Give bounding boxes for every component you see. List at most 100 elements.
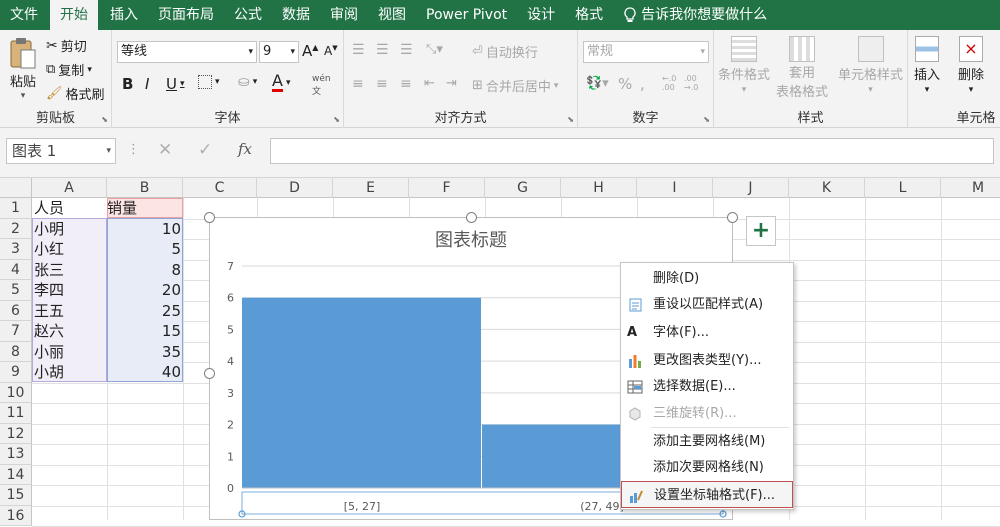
increase-decimal-icon[interactable]: ←.0.00 xyxy=(662,74,676,92)
copy-button[interactable]: ⧉ 复制 ▾ xyxy=(46,60,92,79)
menu-item-format-axis[interactable]: 设置坐标轴格式(F)... xyxy=(621,481,793,508)
increase-font-button[interactable]: A▲ xyxy=(302,42,318,60)
row-header[interactable]: 6 xyxy=(0,300,32,321)
menu-item-font[interactable]: A 字体(F)... xyxy=(621,319,793,346)
row-header[interactable]: 1 xyxy=(0,198,32,219)
dialog-launcher-icon[interactable]: ⬊ xyxy=(703,115,710,124)
underline-button[interactable]: U ▾ xyxy=(166,75,185,93)
value-cell[interactable]: 8 xyxy=(107,260,181,280)
cut-button[interactable]: ✂ 剪切 xyxy=(46,36,87,56)
cell-styles-button[interactable]: 单元格样式 ▾ xyxy=(838,36,903,95)
resize-handle[interactable] xyxy=(204,212,215,223)
font-size-combo[interactable]: 9 ▾ xyxy=(259,41,299,63)
merge-center-button[interactable]: ⊞ 合并后居中 ▾ xyxy=(472,76,558,95)
row-header[interactable]: 9 xyxy=(0,362,32,383)
tab-page-layout[interactable]: 页面布局 xyxy=(148,0,224,30)
tell-me-box[interactable]: 告诉我你想要做什么 xyxy=(613,0,777,30)
menu-item-add-major-gridlines[interactable]: 添加主要网格线(M) xyxy=(621,428,793,455)
menu-item-change-chart-type[interactable]: 更改图表类型(Y)... xyxy=(621,347,793,374)
name-box[interactable]: 图表 1 ▾ xyxy=(6,138,116,164)
name-cell[interactable]: 李四 xyxy=(34,280,106,300)
tab-file[interactable]: 文件 xyxy=(0,0,48,30)
number-format-combo[interactable]: 常规 ▾ xyxy=(583,41,709,63)
column-header[interactable]: M xyxy=(941,178,1000,198)
tab-review[interactable]: 审阅 xyxy=(320,0,368,30)
currency-icon[interactable]: 💱▾ xyxy=(586,76,609,91)
row-header[interactable]: 5 xyxy=(0,280,32,301)
formula-input[interactable] xyxy=(270,138,994,164)
comma-icon[interactable]: , xyxy=(640,75,645,93)
column-header[interactable]: J xyxy=(713,178,789,198)
column-header[interactable]: L xyxy=(865,178,941,198)
column-header[interactable]: K xyxy=(789,178,865,198)
resize-handle[interactable] xyxy=(466,212,477,223)
insert-cells-button[interactable]: 插入 ▾ xyxy=(914,36,940,95)
paste-dropdown-icon[interactable]: ▾ xyxy=(21,91,26,101)
tab-data[interactable]: 数据 xyxy=(272,0,320,30)
decrease-font-button[interactable]: A▼ xyxy=(324,44,338,58)
column-header[interactable]: G xyxy=(485,178,561,198)
name-cell[interactable]: 张三 xyxy=(34,260,106,280)
decrease-indent-icon[interactable]: ⇤ xyxy=(424,76,435,91)
value-cell[interactable]: 35 xyxy=(107,342,181,362)
value-cell[interactable]: 5 xyxy=(107,239,181,259)
tab-design[interactable]: 设计 xyxy=(517,0,565,30)
row-header[interactable]: 7 xyxy=(0,321,32,342)
align-middle-icon[interactable]: ☰ xyxy=(376,42,389,58)
name-cell[interactable]: 小红 xyxy=(34,239,106,259)
format-painter-button[interactable]: 🖌 格式刷 xyxy=(46,84,105,103)
menu-item-delete[interactable]: 删除(D) xyxy=(621,265,793,292)
resize-handle[interactable] xyxy=(204,368,215,379)
value-cell[interactable]: 25 xyxy=(107,301,181,321)
menu-item-reset-style[interactable]: 重设以匹配样式(A) xyxy=(621,291,793,318)
tab-formulas[interactable]: 公式 xyxy=(224,0,272,30)
name-cell[interactable]: 赵六 xyxy=(34,321,106,341)
column-header[interactable]: I xyxy=(637,178,713,198)
fill-color-button[interactable]: ⛀ ▾ xyxy=(238,74,257,90)
font-name-combo[interactable]: 等线 ▾ xyxy=(117,41,257,63)
align-center-icon[interactable]: ≡ xyxy=(376,76,388,92)
dialog-launcher-icon[interactable]: ⬊ xyxy=(333,115,340,124)
wrap-text-button[interactable]: ⏎ 自动换行 xyxy=(472,42,538,61)
row-header[interactable]: 4 xyxy=(0,259,32,280)
format-as-table-button[interactable]: 套用 表格格式 xyxy=(776,36,828,100)
tab-home[interactable]: 开始 xyxy=(50,0,98,30)
enter-icon[interactable]: ✓ xyxy=(198,140,212,160)
percent-icon[interactable]: % xyxy=(618,75,632,93)
menu-item-3d-rotation[interactable]: 三维旋转(R)... xyxy=(621,400,793,427)
column-header[interactable]: D xyxy=(257,178,333,198)
column-header[interactable]: H xyxy=(561,178,637,198)
row-header[interactable]: 3 xyxy=(0,239,32,260)
decrease-decimal-icon[interactable]: .00 →.0 xyxy=(684,74,698,92)
bold-button[interactable]: B xyxy=(122,75,133,93)
header-cell[interactable]: 人员 xyxy=(34,198,106,218)
row-header[interactable]: 14 xyxy=(0,464,32,485)
tab-power-pivot[interactable]: Power Pivot xyxy=(416,0,517,30)
cancel-icon[interactable]: ✕ xyxy=(158,140,172,160)
value-cell[interactable]: 40 xyxy=(107,362,181,382)
resize-handle[interactable] xyxy=(727,212,738,223)
tab-format[interactable]: 格式 xyxy=(565,0,613,30)
align-top-icon[interactable]: ☰ xyxy=(352,42,365,58)
value-cell[interactable]: 10 xyxy=(107,219,181,239)
borders-button[interactable]: ▾ xyxy=(198,75,220,89)
align-bottom-icon[interactable]: ☰ xyxy=(400,42,413,58)
increase-indent-icon[interactable]: ⇥ xyxy=(446,76,457,91)
tab-view[interactable]: 视图 xyxy=(368,0,416,30)
column-header[interactable]: E xyxy=(333,178,409,198)
menu-item-select-data[interactable]: 选择数据(E)... xyxy=(621,373,793,400)
row-header[interactable]: 2 xyxy=(0,218,32,239)
align-right-icon[interactable]: ≡ xyxy=(400,76,412,92)
paste-button[interactable]: 粘贴 ▾ xyxy=(8,36,38,101)
column-header[interactable]: C xyxy=(183,178,257,198)
row-header[interactable]: 8 xyxy=(0,341,32,362)
row-header[interactable]: 12 xyxy=(0,423,32,444)
select-all-corner[interactable] xyxy=(0,178,32,198)
row-header[interactable]: 10 xyxy=(0,382,32,403)
dialog-launcher-icon[interactable]: ⬊ xyxy=(101,115,108,124)
orientation-icon[interactable]: ⤡▾ xyxy=(426,42,443,57)
delete-cells-button[interactable]: × 删除 ▾ xyxy=(958,36,984,95)
value-cell[interactable]: 20 xyxy=(107,280,181,300)
insert-function-button[interactable]: fx xyxy=(238,140,252,158)
conditional-format-button[interactable]: 条件格式 ▾ xyxy=(718,36,770,95)
